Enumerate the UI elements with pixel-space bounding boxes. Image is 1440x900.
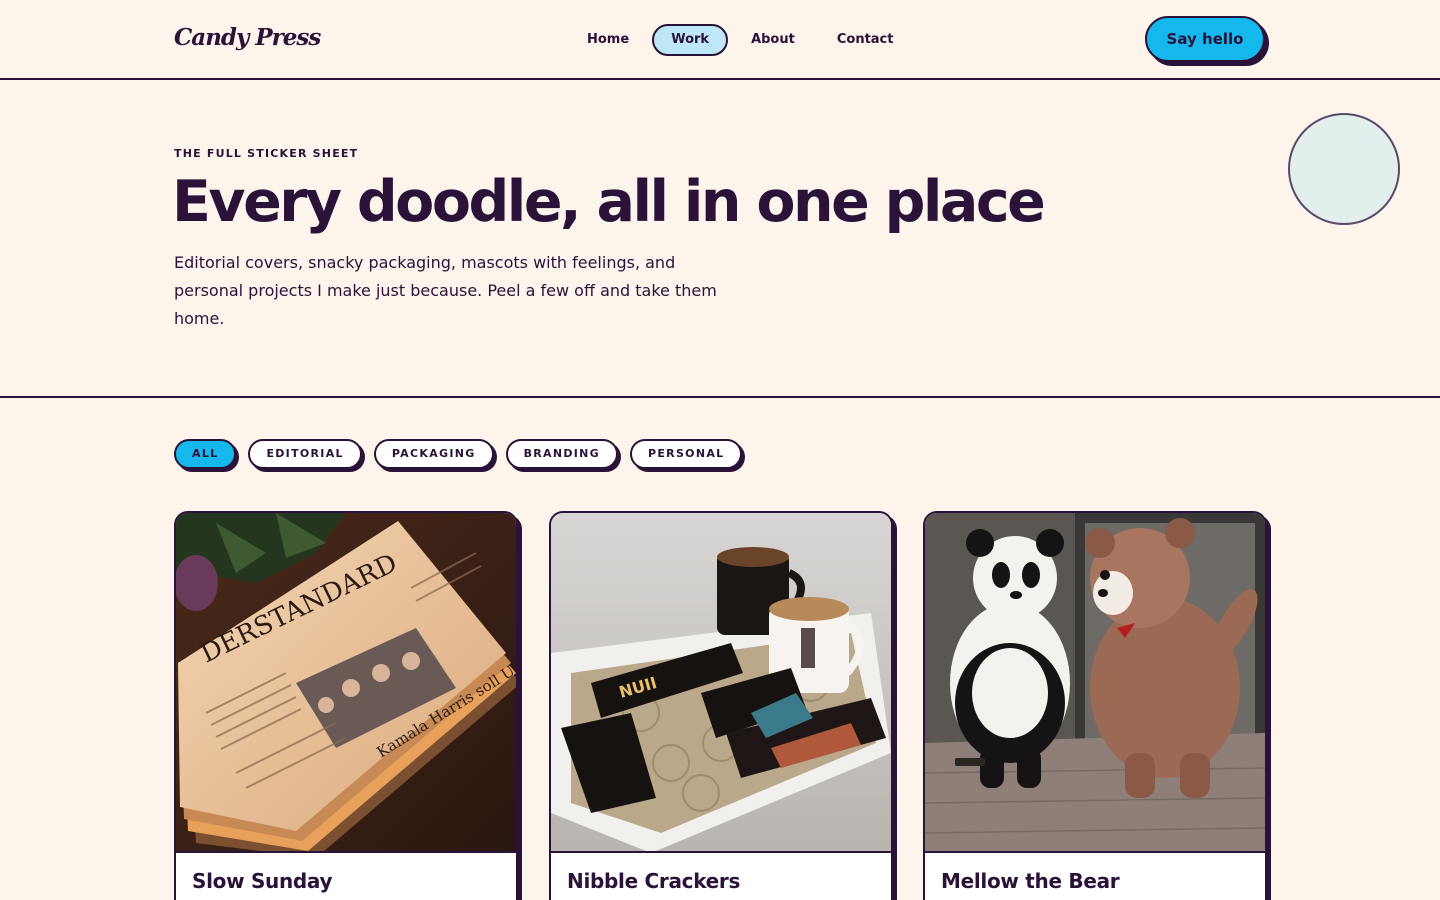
filter-branding[interactable]: BRANDING (505, 439, 618, 469)
filter-editorial[interactable]: EDITORIAL (248, 439, 362, 469)
site-header: Candy Press Home Work About Contact Say … (0, 0, 1440, 80)
hero-description: Editorial covers, snacky packaging, masc… (174, 253, 717, 328)
decorative-circle (1288, 113, 1400, 225)
nav-link-work[interactable]: Work (652, 24, 729, 56)
card-title: Mellow the Bear (941, 869, 1120, 893)
hero-eyebrow: THE FULL STICKER SHEET (174, 147, 359, 160)
say-hello-button[interactable]: Say hello (1145, 16, 1265, 62)
nav-link-contact[interactable]: Contact (818, 24, 913, 56)
page-title: Every doodle, all in one place (172, 169, 1046, 235)
filter-packaging[interactable]: PACKAGING (373, 439, 494, 469)
nav-link-about[interactable]: About (732, 24, 814, 56)
mascot-photo (925, 513, 1265, 853)
nav-link-home[interactable]: Home (568, 24, 648, 56)
project-card-nibble-crackers[interactable]: NUII Nibble Crackers (549, 511, 893, 900)
filter-personal[interactable]: PERSONAL (630, 439, 743, 469)
newspaper-photo: DERSTANDARD Kamala Harris soll US-Wahl (176, 513, 516, 853)
project-card-mellow-the-bear[interactable]: Mellow the Bear (923, 511, 1267, 900)
card-title: Nibble Crackers (567, 869, 741, 893)
card-title: Slow Sunday (192, 869, 333, 893)
main-nav: Home Work About Contact (568, 24, 916, 56)
filter-all[interactable]: ALL (174, 439, 237, 469)
category-filters: ALL EDITORIAL PACKAGING BRANDING PERSONA… (174, 439, 754, 469)
hero-section: THE FULL STICKER SHEET Every doodle, all… (0, 80, 1440, 398)
site-logo[interactable]: Candy Press (174, 24, 321, 51)
snack-tray-photo: NUII (551, 513, 891, 853)
project-card-slow-sunday[interactable]: DERSTANDARD Kamala Harris soll US-Wahl S… (174, 511, 518, 900)
